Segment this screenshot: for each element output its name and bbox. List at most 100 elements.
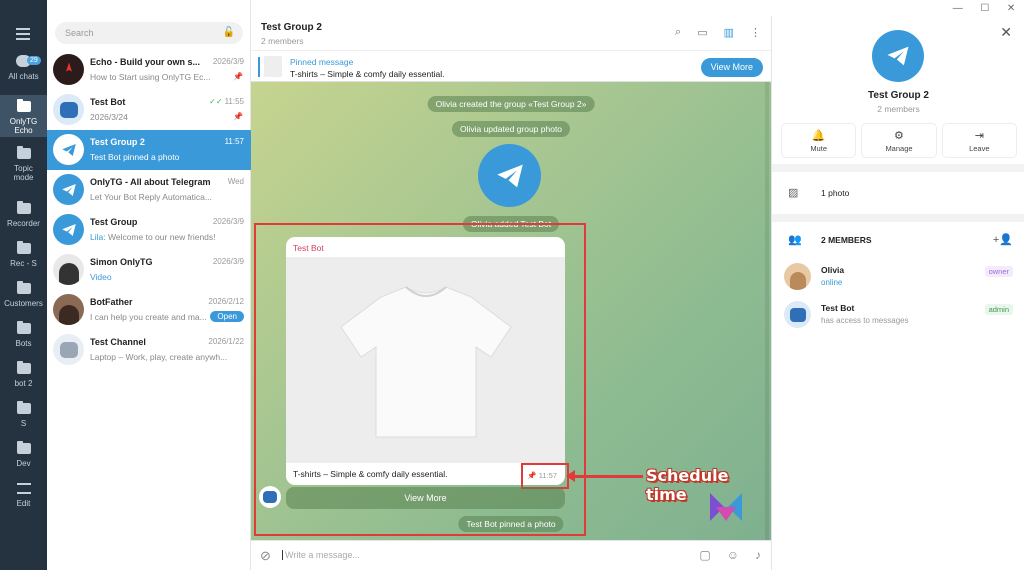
search-icon[interactable]: ⌕ — [675, 26, 681, 39]
message-sender[interactable]: Test Bot — [293, 243, 324, 253]
group-avatar[interactable] — [872, 30, 924, 82]
member-name: Olivia — [821, 265, 845, 275]
avatar — [53, 214, 84, 245]
message-bubble[interactable]: Test Bot T-shirts – Simple & comfy daily… — [286, 237, 565, 485]
robot-icon — [59, 101, 78, 118]
minimize-button[interactable]: — — [953, 3, 963, 14]
chat-preview: How to Start using OnlyTG Ec... — [90, 72, 211, 82]
folder-icon — [16, 241, 31, 254]
more-icon[interactable]: ⋮ — [750, 26, 761, 39]
chat-subtitle: 2 members — [261, 36, 304, 46]
service-message: Olivia created the group «Test Group 2» — [427, 96, 595, 112]
pinned-thumbnail — [264, 56, 282, 77]
chat-preview: Let Your Bot Reply Automatica... — [90, 192, 212, 202]
folder-dev[interactable]: Dev — [0, 441, 47, 483]
pinned-message-bar[interactable]: Pinned message T-shirts – Simple & comfy… — [251, 50, 771, 82]
leave-label: Leave — [969, 143, 990, 153]
composer-actions: ▢ ☺ ♪ — [699, 548, 761, 562]
folder-bot-2[interactable]: bot 2 — [0, 361, 47, 403]
folder-icon — [16, 401, 31, 414]
service-message: Test Bot pinned a photo — [458, 516, 564, 532]
comments-icon[interactable]: ▭ — [697, 26, 707, 39]
chat-item-onlytg[interactable]: OnlyTG - All about Telegram Wed Let Your… — [47, 170, 251, 210]
pinned-view-more-button[interactable]: View More — [700, 58, 763, 77]
member-item[interactable]: Olivia online owner — [772, 261, 1024, 295]
pin-icon: 📌 — [233, 72, 243, 81]
microphone-icon[interactable]: ♪ — [755, 548, 761, 562]
menu-icon[interactable] — [16, 28, 30, 43]
tshirt-photo[interactable] — [286, 257, 565, 463]
folder-recorder[interactable]: Recorder — [0, 201, 47, 243]
robot-icon — [263, 491, 277, 503]
chat-item-test-group-2[interactable]: Test Group 2 11:57 Test Bot pinned a pho… — [47, 130, 251, 170]
commands-icon[interactable]: ▢ — [699, 548, 710, 562]
attach-icon[interactable]: ⊘ — [260, 548, 271, 564]
chat-item-test-bot[interactable]: Test Bot ✓✓ 11:55 2026/3/24 📌 — [47, 90, 251, 130]
search-input[interactable]: Search 🔓 — [55, 22, 243, 44]
leave-button[interactable]: ⇥ Leave — [942, 124, 1016, 157]
person-icon — [58, 263, 79, 285]
folder-icon — [16, 201, 31, 214]
window-controls: — ☐ ✕ — [944, 0, 1024, 16]
search-placeholder: Search — [65, 28, 94, 38]
chat-item-echo[interactable]: Echo - Build your own s... 2026/3/9 How … — [47, 50, 251, 90]
folder-rec-s[interactable]: Rec - S — [0, 241, 47, 283]
manage-label: Manage — [885, 143, 913, 153]
add-member-icon[interactable]: +👤 — [993, 233, 1013, 246]
paper-plane-icon — [61, 223, 76, 236]
members-header: 👥 2 MEMBERS +👤 — [772, 227, 1024, 253]
group-member-count: 2 members — [877, 104, 920, 114]
maximize-button[interactable]: ☐ — [980, 3, 989, 14]
paper-plane-icon — [61, 183, 76, 196]
member-item[interactable]: Test Bot has access to messages admin — [772, 299, 1024, 333]
logo-watermark — [706, 487, 746, 525]
inline-view-more-button[interactable]: View More — [286, 487, 565, 509]
chat-header: Test Group 2 2 members ⌕ ▭ ▥ ⋮ — [251, 16, 771, 50]
emoji-icon[interactable]: ☺ — [727, 548, 739, 562]
chat-name: Echo - Build your own s... — [90, 57, 201, 67]
sidebar-toggle-icon[interactable]: ▥ — [724, 26, 734, 39]
avatar — [53, 334, 84, 365]
chat-preview: Test Bot pinned a photo — [90, 152, 180, 162]
close-icon[interactable]: ✕ — [1000, 24, 1012, 41]
folder-bots[interactable]: Bots — [0, 321, 47, 363]
folder-label: S — [20, 419, 27, 428]
chat-name: Test Group — [90, 217, 138, 227]
member-status: online — [821, 278, 843, 287]
folder-topic-mode[interactable]: Topic mode — [0, 146, 47, 188]
folder-onlytg-echo[interactable]: OnlyTG Echo — [0, 95, 47, 137]
mute-button[interactable]: 🔔 Mute — [782, 124, 856, 157]
divider — [772, 214, 1024, 222]
folder-edit[interactable]: Edit — [0, 483, 47, 523]
folder-customers[interactable]: Customers — [0, 281, 47, 323]
folder-label: Dev — [16, 459, 31, 468]
chat-item-test-group[interactable]: Test Group 2026/3/9 Lila: Welcome to our… — [47, 210, 251, 250]
pinned-title: Pinned message — [290, 57, 354, 67]
chat-item-simon[interactable]: Simon OnlyTG 2026/3/9 Video — [47, 250, 251, 290]
open-button[interactable]: Open — [210, 311, 244, 322]
tshirt-image — [286, 257, 565, 463]
message-scrollbar[interactable] — [765, 82, 769, 540]
pinned-text: T-shirts – Simple & comfy daily essentia… — [290, 69, 445, 79]
chat-title[interactable]: Test Group 2 — [261, 22, 322, 33]
bot-avatar[interactable] — [259, 486, 281, 508]
chat-preview: 2026/3/24 — [90, 112, 128, 122]
avatar — [53, 254, 84, 285]
chat-item-test-channel[interactable]: Test Channel 2026/1/22 Laptop – Work, pl… — [47, 330, 251, 370]
paper-plane-icon — [887, 46, 909, 66]
avatar — [784, 301, 811, 328]
manage-button[interactable]: ⚙ Manage — [862, 124, 936, 157]
chat-date: 2026/1/22 — [208, 337, 244, 346]
robot-icon — [789, 307, 806, 322]
person-icon — [58, 305, 79, 325]
media-photos-row[interactable]: ▨ 1 photo — [772, 180, 1024, 206]
chat-item-botfather[interactable]: BotFather 2026/2/12 I can help you creat… — [47, 290, 251, 330]
group-photo[interactable] — [478, 144, 541, 207]
close-window-button[interactable]: ✕ — [1007, 3, 1015, 14]
chat-name: Test Group 2 — [90, 137, 145, 147]
chat-name: BotFather — [90, 297, 133, 307]
lock-icon[interactable]: 🔓 — [223, 27, 235, 38]
folder-s[interactable]: S — [0, 401, 47, 443]
header-actions: ⌕ ▭ ▥ ⋮ — [675, 26, 761, 39]
message-input[interactable]: Write a message... — [282, 550, 360, 560]
